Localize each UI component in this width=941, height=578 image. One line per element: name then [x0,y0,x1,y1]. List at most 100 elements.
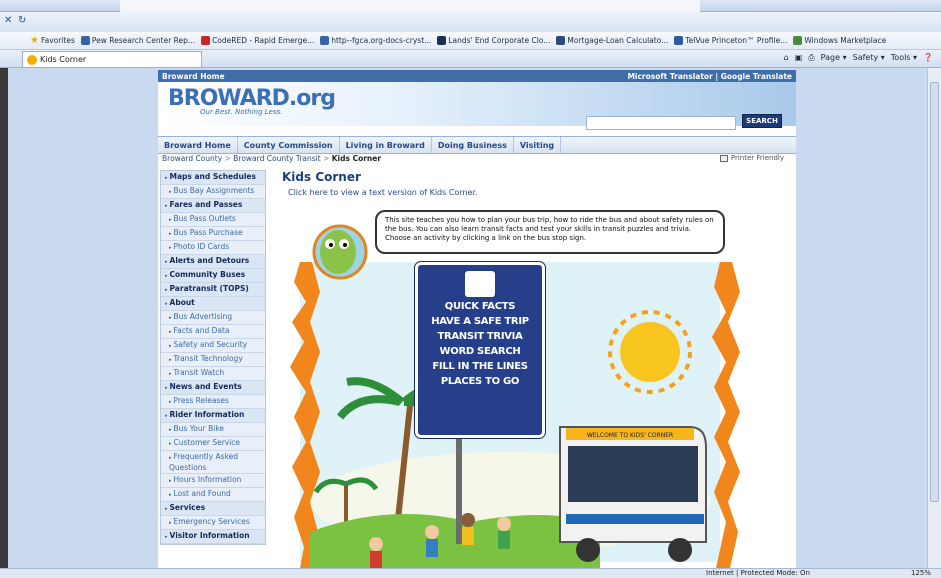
command-bar: ⌂ ▣ ⎙ Page ▾ Safety ▾ Tools ▾ ❓ [784,53,933,63]
left-edge-strip [0,68,8,568]
sidebar-item-community-buses[interactable]: Community Buses [161,269,265,283]
gecko-mascot [312,224,368,280]
favorite-item-pew[interactable]: Pew Research Center Rep... [80,36,195,45]
v-icon [674,36,684,45]
sidebar-item-visitor-information[interactable]: Visitor Information [161,530,265,544]
sidebar-item-frequently-asked-questions[interactable]: Frequently Asked Questions [161,451,265,474]
sidebar-item-photo-id-cards[interactable]: Photo ID Cards [161,241,265,255]
favorites-button[interactable]: ★ Favorites [30,35,75,46]
sidebar-item-press-releases[interactable]: Press Releases [161,395,265,409]
favorite-item-marketplace[interactable]: Windows Marketplace [793,36,886,45]
page-menu[interactable]: Page ▾ [821,53,847,63]
store-icon [437,36,447,45]
favorite-item-telvue[interactable]: TelVue Princeton™ Profile... [674,36,787,45]
help-icon[interactable]: ❓ [923,53,933,63]
bus-stop-pole [456,434,462,544]
vertical-scrollbar[interactable] [927,68,941,568]
breadcrumb-current: Kids Corner [331,154,382,163]
breadcrumb: Broward County > Broward County Transit … [162,154,382,163]
sign-link-fill-in-the-lines[interactable]: FILL IN THE LINES [432,361,528,372]
feeds-icon[interactable]: ▣ [795,53,803,63]
printer-friendly-link[interactable]: Printer Friendly [719,154,784,162]
favorites-bar: ★ Favorites Pew Research Center Rep... Co… [0,32,941,50]
kids-corner-favicon-icon [27,54,37,65]
sidebar-item-hours-information[interactable]: Hours Information [161,474,265,488]
page-icon [320,36,330,45]
windows-icon [793,36,803,45]
site-top-nav: Broward Home Microsoft Translator | Goog… [158,70,796,82]
nav-doing-business[interactable]: Doing Business [432,137,514,153]
back-icon[interactable]: ✕ [4,15,12,26]
scrollbar-thumb[interactable] [930,82,939,502]
sidebar-item-facts-and-data[interactable]: Facts and Data [161,325,265,339]
grass-hill [310,514,600,568]
bus-stop-sign: QUICK FACTS HAVE A SAFE TRIP TRANSIT TRIVI… [415,262,545,438]
broward-home-link[interactable]: Broward Home [162,72,225,81]
star-icon: ★ [30,35,39,46]
nav-county-commission[interactable]: County Commission [238,137,340,153]
sidebar-item-bus-bay-assignments[interactable]: Bus Bay Assignments [161,185,265,199]
kids-corner-illustration: WELCOME TO KIDS' CORNER This site teache… [270,202,790,568]
sign-link-places-to-go[interactable]: PLACES TO GO [441,376,520,387]
sidebar-item-safety-and-security[interactable]: Safety and Security [161,339,265,353]
breadcrumb-broward-county-transit[interactable]: Broward County Transit [233,154,320,163]
nav-broward-home[interactable]: Broward Home [158,137,238,153]
sign-link-transit-trivia[interactable]: TRANSIT TRIVIA [437,331,522,342]
sidebar-item-alerts-and-detours[interactable]: Alerts and Detours [161,255,265,269]
calculator-icon [556,36,566,45]
sidebar-item-bus-pass-outlets[interactable]: Bus Pass Outlets [161,213,265,227]
sidebar-item-fares-and-passes[interactable]: Fares and Passes [161,199,265,213]
bus-marquee: WELCOME TO KIDS' CORNER [587,432,673,439]
text-version-link[interactable]: Click here to view a text version of Kid… [288,188,478,197]
sidebar-item-paratransit-tops[interactable]: Paratransit (TOPS) [161,283,265,297]
print-icon[interactable]: ⎙ [808,53,814,63]
sign-link-word-search[interactable]: WORD SEARCH [440,346,521,357]
favorite-item-codered[interactable]: CodeRED - Rapid Emerge... [201,36,314,45]
tab-row: Kids Corner ⌂ ▣ ⎙ Page ▾ Safety ▾ Tools … [0,50,941,68]
sidebar-item-news-and-events[interactable]: News and Events [161,381,265,395]
breadcrumb-broward-county[interactable]: Broward County [162,154,222,163]
news-icon [80,36,90,45]
sidebar-item-transit-watch[interactable]: Transit Watch [161,367,265,381]
sign-link-list: QUICK FACTS HAVE A SAFE TRIP TRANSIT TRIVI… [418,301,542,387]
sidebar-item-emergency-services[interactable]: Emergency Services [161,516,265,530]
security-zone[interactable]: Internet | Protected Mode: On [706,569,810,577]
sidebar-item-bus-pass-purchase[interactable]: Bus Pass Purchase [161,227,265,241]
address-row: ✕ ↻ [0,12,941,32]
left-sidebar: Maps and SchedulesBus Bay AssignmentsFar… [160,170,266,545]
sign-link-quick-facts[interactable]: QUICK FACTS [445,301,516,312]
sidebar-item-bus-your-bike[interactable]: Bus Your Bike [161,423,265,437]
search-button[interactable]: SEARCH [742,114,782,128]
sidebar-item-customer-service[interactable]: Customer Service [161,437,265,451]
sidebar-item-lost-and-found[interactable]: Lost and Found [161,488,265,502]
site-banner: BROWARD.org Our Best. Nothing Less. SEARC… [158,82,796,130]
tools-menu[interactable]: Tools ▾ [891,53,917,63]
sidebar-item-transit-technology[interactable]: Transit Technology [161,353,265,367]
page-title: Kids Corner [282,170,361,184]
bus-sign-icon [465,271,495,297]
sidebar-item-services[interactable]: Services [161,502,265,516]
intro-speech-bubble: This site teaches you how to plan your b… [375,210,725,254]
sign-link-have-a-safe-trip[interactable]: HAVE A SAFE TRIP [431,316,529,327]
sidebar-item-maps-and-schedules[interactable]: Maps and Schedules [161,171,265,185]
safety-menu[interactable]: Safety ▾ [853,53,885,63]
favorite-item-landsend[interactable]: Lands' End Corporate Clo... [437,36,550,45]
tab-kids-corner[interactable]: Kids Corner [22,51,202,67]
nav-visiting[interactable]: Visiting [514,137,562,153]
status-bar: Internet | Protected Mode: On 125% [0,568,941,578]
favorite-item-mortgage[interactable]: Mortgage-Loan Calculato... [556,36,668,45]
translator-links[interactable]: Microsoft Translator | Google Translate [627,72,792,81]
main-nav: Broward Home County Commission Living in… [158,136,796,154]
home-icon[interactable]: ⌂ [784,53,789,63]
nav-living-in-broward[interactable]: Living in Broward [340,137,432,153]
refresh-icon[interactable]: ↻ [18,15,26,26]
sidebar-item-rider-information[interactable]: Rider Information [161,409,265,423]
codered-icon [201,36,211,45]
site-search-input[interactable] [586,116,736,130]
favorite-item-fgca[interactable]: http--fgca.org-docs-cryst... [320,36,431,45]
zoom-level[interactable]: 125% [911,569,931,577]
sidebar-item-bus-advertising[interactable]: Bus Advertising [161,311,265,325]
web-page: Broward Home Microsoft Translator | Goog… [158,70,796,568]
sidebar-item-about[interactable]: About [161,297,265,311]
broward-logo[interactable]: BROWARD.org Our Best. Nothing Less. [168,86,336,116]
